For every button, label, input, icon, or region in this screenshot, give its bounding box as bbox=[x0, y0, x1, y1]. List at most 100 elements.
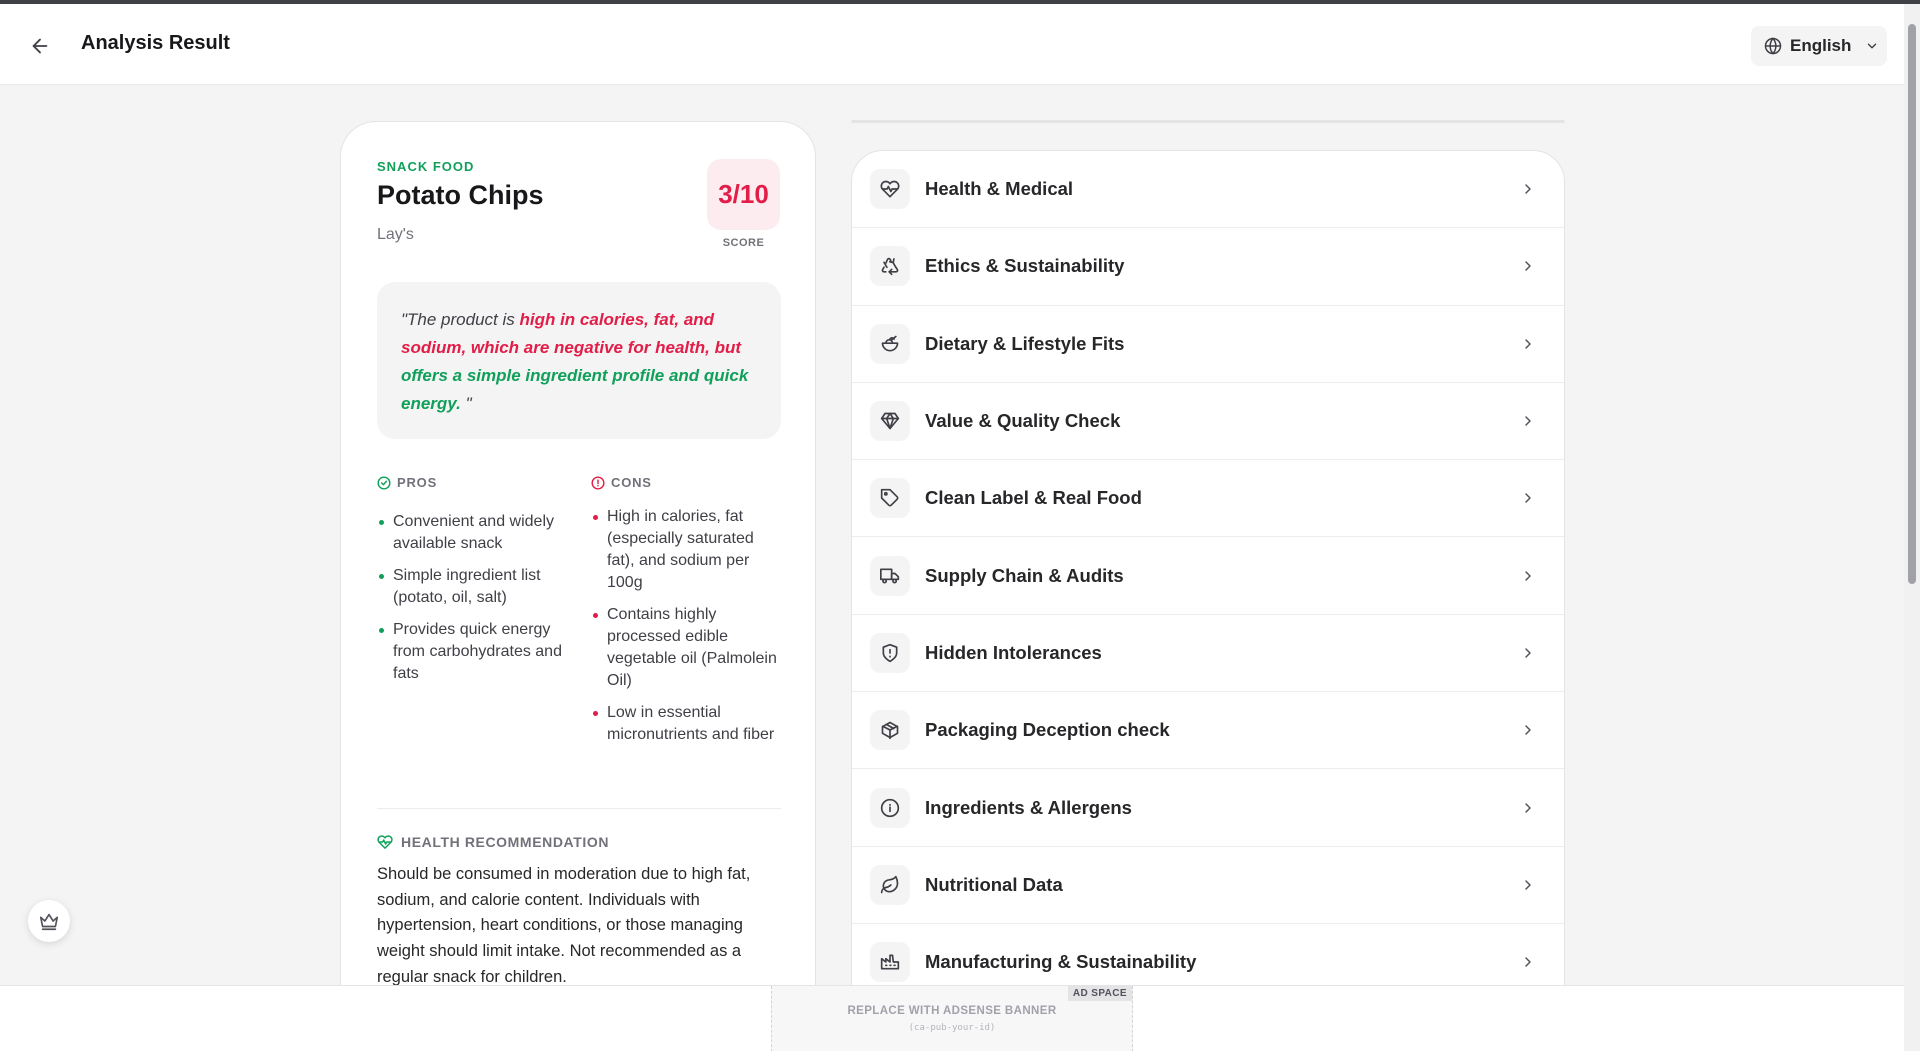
leaf-icon bbox=[880, 875, 899, 894]
chevron-right-icon bbox=[1525, 261, 1531, 272]
section-icon-box bbox=[870, 864, 910, 905]
section-icon-box bbox=[870, 169, 910, 210]
section-label: Manufacturing & Sustainability bbox=[925, 951, 1197, 973]
tag-icon bbox=[880, 489, 899, 507]
section-label: Clean Label & Real Food bbox=[925, 487, 1142, 509]
section-health-medical[interactable]: Health & Medical bbox=[852, 151, 1564, 229]
heart-pulse-icon bbox=[377, 835, 393, 849]
section-ethics-sustainability[interactable]: Ethics & Sustainability bbox=[852, 228, 1564, 306]
pros-list: Convenient and widely available snack Si… bbox=[377, 511, 577, 695]
section-label: Nutritional Data bbox=[925, 873, 1063, 895]
cons-item: High in calories, fat (especially satura… bbox=[591, 506, 783, 594]
section-label: Packaging Deception check bbox=[925, 719, 1170, 741]
recycle-icon bbox=[881, 258, 899, 276]
section-icon-box bbox=[870, 632, 910, 673]
info-icon bbox=[880, 798, 900, 817]
scrollbar-thumb[interactable] bbox=[1908, 24, 1916, 584]
chevron-right-icon bbox=[1525, 493, 1531, 504]
quote-prefix: "The product is bbox=[401, 310, 520, 329]
section-nutritional-data[interactable]: Nutritional Data bbox=[852, 847, 1564, 924]
app-header: Analysis Result English bbox=[0, 4, 1904, 85]
section-label: Supply Chain & Audits bbox=[925, 564, 1124, 586]
arrow-left-icon bbox=[32, 38, 48, 54]
section-icon-box bbox=[870, 555, 910, 596]
score-label: SCORE bbox=[722, 237, 765, 249]
pros-heading: PROS bbox=[377, 475, 437, 490]
section-label: Ethics & Sustainability bbox=[925, 255, 1125, 277]
section-label: Value & Quality Check bbox=[925, 410, 1121, 432]
chevron-down-icon bbox=[1868, 43, 1877, 49]
diamond-icon bbox=[880, 412, 900, 430]
language-selector[interactable]: English bbox=[1751, 26, 1887, 66]
section-label: Dietary & Lifestyle Fits bbox=[925, 332, 1125, 354]
quote-positive: offers a simple ingredient profile and q… bbox=[401, 366, 749, 413]
chevron-right-icon bbox=[1525, 880, 1531, 890]
section-label: Health & Medical bbox=[925, 178, 1074, 200]
cons-list: High in calories, fat (especially satura… bbox=[591, 506, 783, 756]
section-top-rule bbox=[851, 120, 1565, 123]
shield-alert-icon bbox=[882, 643, 898, 663]
health-recommendation-label: HEALTH RECOMMENDATION bbox=[401, 834, 610, 850]
alert-circle-icon bbox=[591, 475, 605, 490]
section-packaging-deception[interactable]: Packaging Deception check bbox=[852, 692, 1564, 770]
pros-item: Simple ingredient list (potato, oil, sal… bbox=[377, 565, 577, 609]
section-hidden-intolerances[interactable]: Hidden Intolerances bbox=[852, 615, 1564, 693]
salad-bowl-icon bbox=[881, 335, 899, 352]
section-icon-box bbox=[870, 787, 910, 828]
section-dietary-lifestyle[interactable]: Dietary & Lifestyle Fits bbox=[852, 306, 1564, 383]
cons-item: Low in essential micronutrients and fibe… bbox=[591, 702, 783, 746]
factory-icon bbox=[880, 954, 900, 970]
pros-item: Provides quick energy from carbohydrates… bbox=[377, 619, 577, 685]
cons-heading-label: CONS bbox=[611, 475, 652, 490]
section-icon-box bbox=[870, 246, 910, 287]
chevron-right-icon bbox=[1525, 184, 1531, 194]
chevron-right-icon bbox=[1525, 339, 1531, 349]
section-label: Ingredients & Allergens bbox=[925, 796, 1132, 818]
pros-item: Convenient and widely available snack bbox=[377, 511, 577, 555]
section-icon-box bbox=[870, 323, 910, 364]
back-button[interactable] bbox=[24, 30, 56, 62]
chevron-right-icon bbox=[1525, 570, 1531, 581]
ad-slot[interactable]: AD SPACE REPLACE WITH ADSENSE BANNER (ca… bbox=[771, 986, 1133, 1051]
globe-icon bbox=[1764, 37, 1782, 55]
heart-pulse-icon bbox=[880, 180, 900, 198]
ad-publisher-id: (ca-pub-your-id) bbox=[908, 1023, 996, 1033]
chevron-right-icon bbox=[1525, 416, 1531, 426]
cons-item: Contains highly processed edible vegetab… bbox=[591, 604, 783, 692]
section-ingredients-allergens[interactable]: Ingredients & Allergens bbox=[852, 769, 1564, 847]
cons-heading: CONS bbox=[591, 475, 652, 490]
health-recommendation-text: Should be consumed in moderation due to … bbox=[377, 865, 751, 986]
crown-icon bbox=[39, 913, 59, 931]
section-icon-box bbox=[870, 401, 910, 442]
section-supply-chain[interactable]: Supply Chain & Audits bbox=[852, 537, 1564, 615]
card-divider bbox=[377, 808, 781, 809]
chevron-right-icon bbox=[1525, 802, 1531, 813]
product-summary-card: SNACK FOOD Potato Chips Lay's 3/10 SCORE… bbox=[340, 121, 816, 1021]
quote-suffix: " bbox=[460, 394, 472, 413]
language-value: English bbox=[1790, 36, 1852, 55]
premium-button[interactable] bbox=[28, 900, 70, 942]
analysis-sections-list: Health & Medical Ethics & Sustainability… bbox=[851, 150, 1565, 1050]
package-icon bbox=[881, 721, 899, 740]
pros-heading-label: PROS bbox=[397, 475, 438, 490]
score-badge: 3/10 bbox=[707, 159, 780, 230]
chevron-right-icon bbox=[1525, 957, 1531, 967]
section-label: Hidden Intolerances bbox=[925, 641, 1102, 663]
chevron-right-icon bbox=[1525, 725, 1531, 735]
health-recommendation-heading: HEALTH RECOMMENDATION bbox=[377, 834, 609, 850]
section-icon-box bbox=[870, 478, 910, 519]
product-category: SNACK FOOD bbox=[377, 159, 475, 174]
summary-quote: "The product is high in calories, fat, a… bbox=[377, 282, 781, 439]
ad-placeholder-text: REPLACE WITH ADSENSE BANNER bbox=[847, 1005, 1057, 1017]
check-circle-icon bbox=[377, 475, 391, 490]
product-name: Potato Chips bbox=[377, 180, 544, 210]
section-value-quality[interactable]: Value & Quality Check bbox=[852, 383, 1564, 461]
section-icon-box bbox=[870, 710, 910, 751]
section-icon-box bbox=[870, 942, 910, 983]
page-title: Analysis Result bbox=[81, 32, 230, 54]
section-clean-label[interactable]: Clean Label & Real Food bbox=[852, 460, 1564, 538]
truck-icon bbox=[880, 568, 900, 584]
ad-banner-bar: AD SPACE REPLACE WITH ADSENSE BANNER (ca… bbox=[0, 985, 1904, 1051]
ad-space-tag: AD SPACE bbox=[1067, 986, 1132, 1001]
page-scrollbar[interactable] bbox=[1904, 4, 1920, 1051]
